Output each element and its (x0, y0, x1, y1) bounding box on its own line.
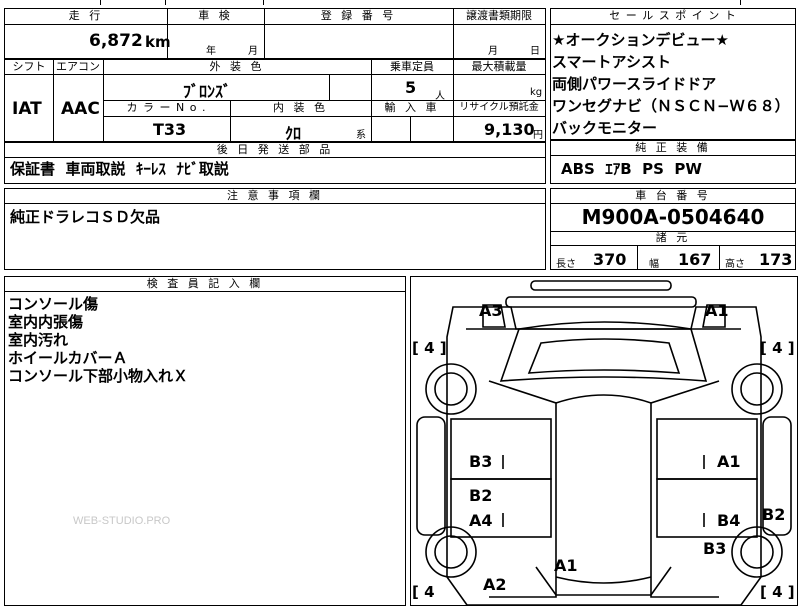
selling-point-3: 両側パワースライドドア (552, 75, 717, 93)
aftermarket-label: 後 日 発 送 部 品 (216, 143, 334, 156)
recycle-label: リサイクル預託金 (459, 102, 539, 113)
roof-bar-second (505, 296, 697, 308)
selling-point-4: ワンセグナビ（ＮＳＣＮ−Ｗ６８） (552, 97, 790, 115)
shift-label: シフト (12, 60, 46, 73)
inspection-month-unit: 月 (248, 46, 258, 57)
selling-points-box: セ ー ル ス ポ イ ン ト ★オークションデビュー★ スマートアシスト 両側… (550, 8, 796, 140)
left-rear-door (450, 478, 552, 538)
header-box: 走 行 車 検 登 録 番 号 譲渡書類期限 6,872 km 年 月 月 日 (4, 8, 546, 59)
right-rear-door (656, 478, 758, 538)
mark-a1-top: A1 (705, 301, 729, 320)
interior-color-label: 内 装 色 (273, 101, 328, 114)
tire-tr-label: [ 4 ] (760, 339, 795, 357)
notes-box: 注 意 事 項 欄 純正ドラレコＳＤ欠品 (4, 188, 546, 270)
capacity-label: 乗車定員 (390, 60, 434, 73)
aftermarket-value: 保証書 車両取説 ｷｰﾚｽ ﾅﾋﾞ取説 (10, 160, 229, 178)
load-unit: kg (530, 87, 543, 98)
body-outline (446, 306, 762, 605)
length-value: 370 (593, 250, 627, 269)
transfer-month-unit: 月 (488, 46, 498, 57)
inspection-label: 車 検 (198, 9, 233, 22)
aircon-value: AAC (61, 99, 100, 119)
mileage-value: 6,872 (89, 31, 143, 51)
transfer-day-unit: 日 (530, 46, 540, 57)
inspection-year-unit: 年 (206, 46, 216, 57)
selling-point-5: バックモニター (552, 119, 658, 137)
chassis-label: 車 台 番 号 (635, 189, 711, 202)
length-label: 長さ (556, 259, 576, 270)
exterior-color-label: 外 装 色 (209, 60, 265, 73)
tire-tl-label: [ 4 ] (412, 339, 447, 357)
wheel-fl (425, 363, 477, 415)
mark-b2-right: B2 (762, 505, 786, 524)
selling-points-label: セ ー ル ス ポ イ ン ト (609, 9, 737, 22)
roof-front (555, 394, 652, 404)
mark-a3-top: A3 (479, 301, 503, 320)
recycle-unit: 円 (533, 130, 543, 141)
inspector-note-5: コンソール下部小物入れＸ (8, 367, 189, 385)
capacity-value: 5 (405, 78, 417, 97)
windshield-inner (527, 338, 681, 374)
mark-a1-right: A1 (717, 452, 741, 471)
tire-bl-label: [ 4 (412, 583, 435, 601)
selling-point-2: スマートアシスト (552, 53, 671, 71)
mark-a2-bottom: A2 (483, 575, 507, 594)
left-skirt (416, 416, 446, 536)
left-front-door (450, 418, 552, 480)
registration-label: 登 録 番 号 (320, 9, 397, 22)
top-cut-row (0, 0, 800, 5)
height-label: 高さ (725, 259, 745, 270)
exterior-color-value: ﾌﾞﾛﾝｽﾞ (183, 82, 232, 101)
color-no-label: カ ラ ー N o . (126, 101, 207, 114)
inspector-note-4: ホイールカバーＡ (8, 349, 128, 367)
mark-b3-left: B3 (469, 452, 493, 471)
inspector-note-2: 室内内張傷 (8, 313, 84, 331)
roof-rear (555, 576, 652, 584)
shift-value: IAT (12, 99, 42, 119)
watermark: WEB-STUDIO.PRO (73, 515, 171, 527)
mileage-label: 走 行 (68, 9, 104, 22)
width-value: 167 (678, 250, 712, 269)
transfer-deadline-label: 譲渡書類期限 (466, 9, 532, 22)
mark-a1-bottom: A1 (554, 556, 578, 575)
notes-label: 注 意 事 項 欄 (227, 189, 323, 202)
inspector-note-1: コンソール傷 (8, 295, 99, 313)
mark-b4-right: B4 (717, 511, 741, 530)
notes-value: 純正ドラレコＳＤ欠品 (10, 208, 161, 226)
options-value: ABS ｴｱB PS PW (561, 160, 702, 178)
max-load-label: 最大積載量 (471, 60, 527, 73)
interior-suffix: 系 (356, 130, 366, 141)
recycle-value: 9,130 (484, 120, 535, 139)
height-value: 173 (759, 250, 793, 269)
left-cabin-line (488, 380, 557, 598)
wheel-fr (731, 363, 783, 415)
inspector-box: 検 査 員 記 入 欄 コンソール傷 室内内張傷 室内汚れ ホイールカバーＡ コ… (4, 276, 406, 606)
selling-point-1: ★オークションデビュー★ (552, 31, 729, 49)
options-label: 純 正 装 備 (635, 141, 711, 154)
mileage-unit: km (145, 33, 171, 51)
capacity-unit: 人 (435, 91, 445, 102)
color-no-value: T33 (153, 120, 187, 139)
car-diagram-box: A3 A1 B3 A1 B2 A4 B4 B2 B3 A1 A2 [ 4 ] [… (410, 276, 798, 606)
roof-bar-top (530, 280, 672, 291)
inspector-note-3: 室内汚れ (8, 331, 69, 349)
aircon-label: エアコン (56, 60, 100, 73)
mark-b3-right: B3 (703, 539, 727, 558)
import-label: 輸 入 車 (384, 101, 440, 114)
right-cabin-line (650, 380, 720, 598)
specs-box: シフト エアコン 外 装 色 乗車定員 最大積載量 IAT AAC ﾌﾞﾛﾝｽﾞ… (4, 59, 546, 143)
right-front-door (656, 418, 758, 480)
car-diagram-svg (416, 280, 792, 605)
chassis-value: M900A-0504640 (581, 205, 765, 229)
options-box: 純 正 装 備 ABS ｴｱB PS PW (550, 140, 796, 184)
chassis-box: 車 台 番 号 M900A-0504640 諸 元 長さ 370 幅 167 高… (550, 188, 796, 270)
interior-color-value: ｸﾛ (285, 124, 302, 143)
tire-br-label: [ 4 ] (760, 583, 795, 601)
inspector-label: 検 査 員 記 入 欄 (146, 277, 264, 290)
width-label: 幅 (649, 259, 659, 270)
dimensions-label: 諸 元 (655, 231, 691, 244)
aftermarket-box: 後 日 発 送 部 品 保証書 車両取説 ｷｰﾚｽ ﾅﾋﾞ取説 (4, 142, 546, 184)
mark-a4-left: A4 (469, 511, 493, 530)
mark-b2-left: B2 (469, 486, 493, 505)
